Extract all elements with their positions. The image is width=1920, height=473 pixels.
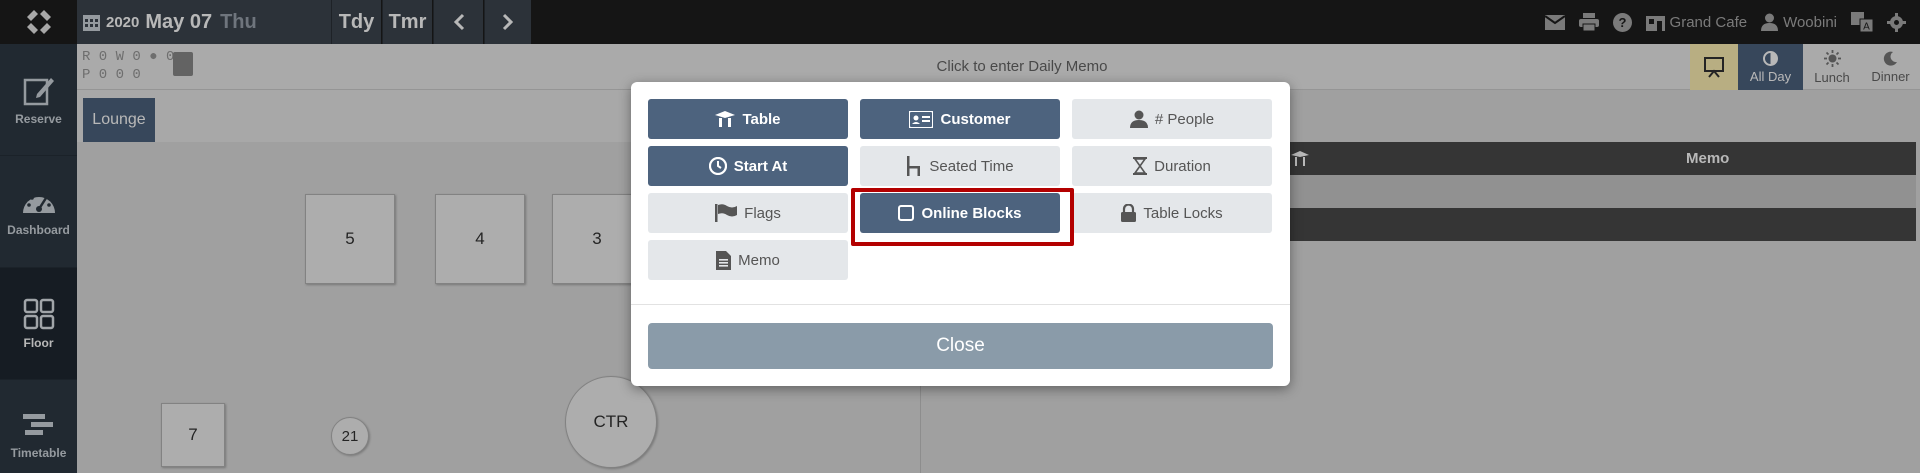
- file-icon: [716, 250, 732, 270]
- option-duration-button[interactable]: Duration: [1072, 146, 1272, 186]
- option-label: Memo: [738, 251, 780, 269]
- clock-icon: [708, 157, 727, 175]
- option-start-at-button[interactable]: Start At: [648, 146, 848, 186]
- selection-highlight: [851, 188, 1074, 246]
- option-label: Table Locks: [1143, 204, 1223, 222]
- modal-divider: [631, 304, 1290, 305]
- option-label: Duration: [1154, 157, 1211, 175]
- lock-icon: [1121, 204, 1137, 222]
- option-table-button[interactable]: Table: [648, 99, 848, 139]
- chair-icon: [906, 156, 922, 176]
- option-customer-button[interactable]: Customer: [860, 99, 1060, 139]
- option-label: Start At: [733, 157, 788, 175]
- hourglass-icon: [1133, 157, 1148, 175]
- option-label: # People: [1154, 110, 1215, 128]
- id-card-icon: [909, 110, 934, 128]
- close-button[interactable]: Close: [648, 323, 1273, 369]
- option-label: Flags: [744, 204, 781, 222]
- option-label: Customer: [940, 110, 1011, 128]
- option-people-button[interactable]: # People: [1072, 99, 1272, 139]
- option-flags-button[interactable]: Flags: [648, 193, 848, 233]
- option-label: Seated Time: [929, 157, 1014, 175]
- option-seated-time-button[interactable]: Seated Time: [860, 146, 1060, 186]
- user-icon: [1129, 110, 1148, 128]
- option-label: Table: [742, 110, 781, 128]
- table-icon: [715, 111, 736, 127]
- flag-icon: [715, 204, 738, 222]
- option-table-locks-button[interactable]: Table Locks: [1072, 193, 1272, 233]
- option-memo-button[interactable]: Memo: [648, 240, 848, 280]
